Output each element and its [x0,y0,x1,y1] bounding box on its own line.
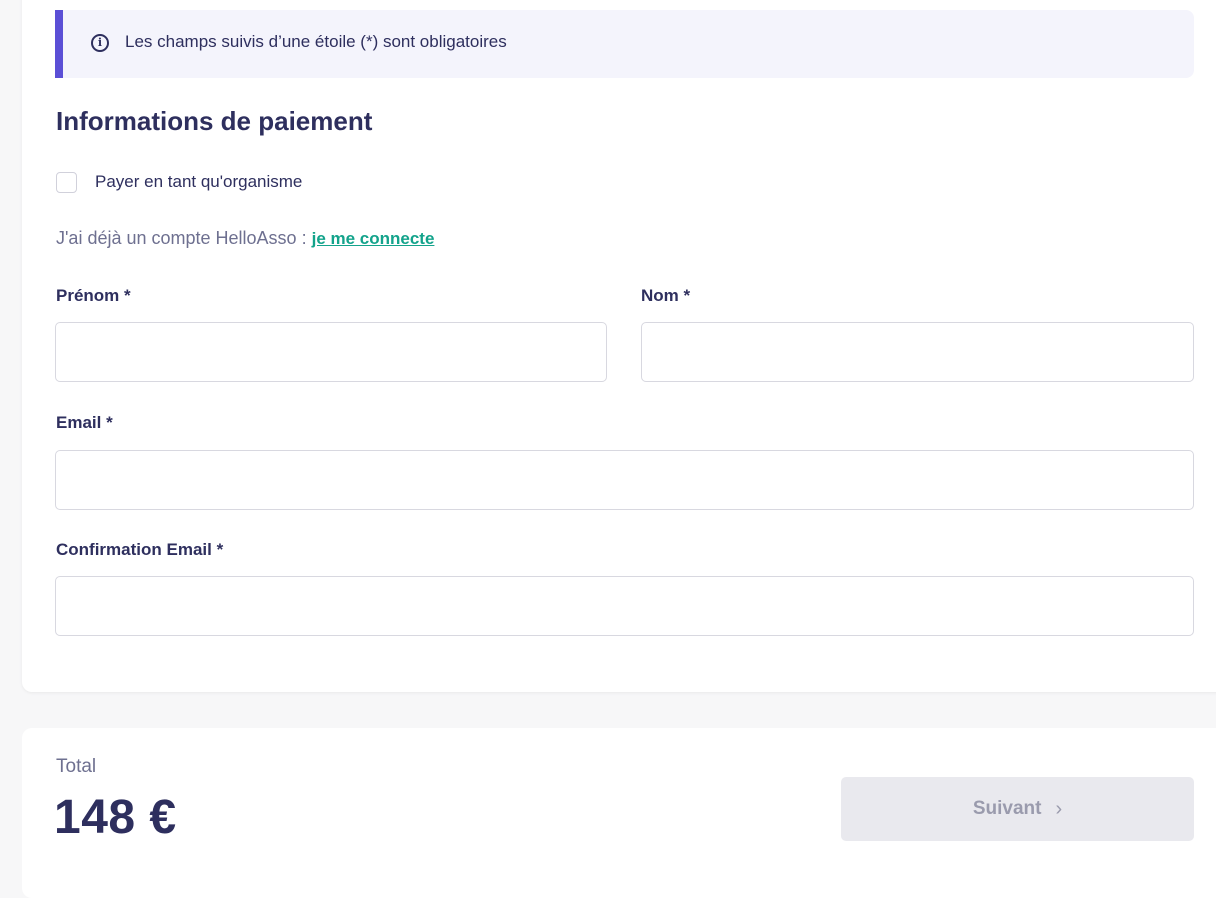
email-label: Email * [56,413,113,432]
total-amount: 148 € [54,791,177,844]
next-button[interactable]: Suivant › [841,777,1194,841]
info-icon: i [91,34,109,52]
existing-account-prompt: J'ai déjà un compte HelloAsso : [56,228,307,248]
last-name-input[interactable] [641,322,1194,382]
total-label: Total [56,756,97,777]
required-fields-banner: i Les champs suivis d’une étoile (*) son… [55,10,1194,78]
payment-section-title: Informations de paiement [56,106,373,136]
first-name-input[interactable] [55,322,607,382]
email-confirm-label: Confirmation Email * [56,540,224,559]
organism-checkbox-label[interactable]: Payer en tant qu'organisme [95,172,302,192]
email-input[interactable] [55,450,1194,510]
login-link[interactable]: je me connecte [312,229,435,248]
next-button-label: Suivant [972,798,1042,819]
first-name-label: Prénom * [56,286,131,305]
existing-account-line: J'ai déjà un compte HelloAsso : je me co… [56,228,434,249]
last-name-label: Nom * [641,286,691,305]
required-fields-text: Les champs suivis d’une étoile (*) sont … [125,32,507,51]
organism-checkbox[interactable] [56,172,77,193]
email-confirm-input[interactable] [55,576,1194,636]
chevron-right-icon: › [1055,798,1063,820]
